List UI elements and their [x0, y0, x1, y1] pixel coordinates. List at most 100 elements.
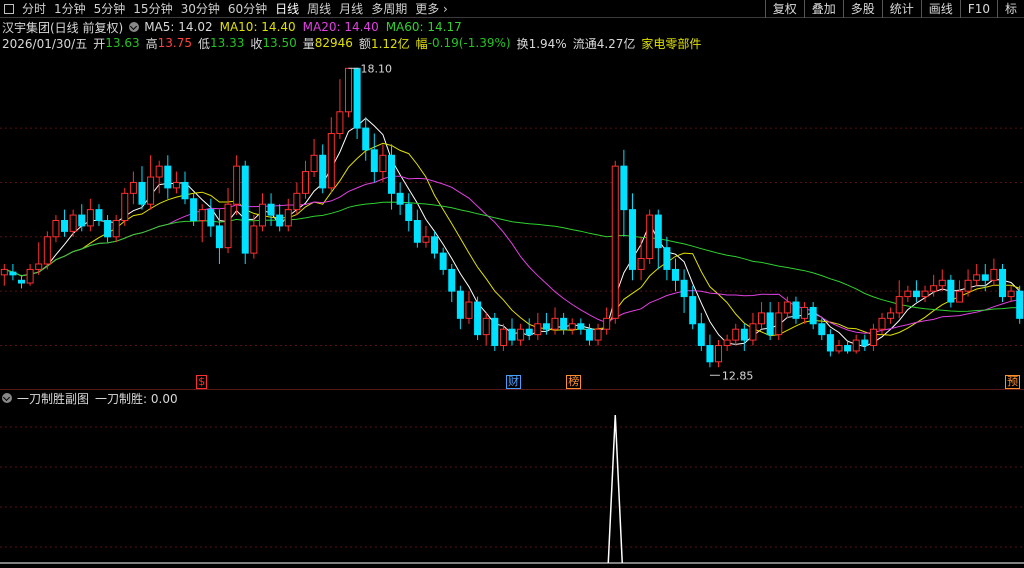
sub-indicator-value: 一刀制胜: 0.00: [95, 391, 178, 406]
candle-body: [1016, 290, 1024, 319]
high-price-label: 18.10: [361, 62, 393, 75]
ma-settings-icon[interactable]: [129, 22, 140, 32]
sub-indicator-chart[interactable]: [0, 405, 1024, 568]
candle-body: [654, 214, 662, 249]
candle: [439, 247, 447, 275]
candle-body: [818, 323, 826, 336]
period-tab[interactable]: 月线: [335, 0, 367, 18]
candle: [964, 269, 972, 297]
candle: [491, 312, 499, 351]
candle: [680, 269, 688, 313]
change-label: 幅: [415, 36, 428, 51]
candle-body: [551, 317, 559, 330]
candle-body: [370, 149, 378, 173]
sector-name[interactable]: 家电零部件: [641, 35, 701, 52]
candle-body: [379, 154, 387, 173]
candle: [594, 323, 602, 346]
candle: [250, 215, 258, 259]
toolbar-button[interactable]: 统计: [881, 0, 921, 18]
toolbar-button[interactable]: 复权: [764, 0, 804, 18]
candle: [809, 302, 817, 330]
low-value: 13.33: [209, 36, 245, 50]
candle-body: [164, 165, 172, 189]
candle: [637, 236, 645, 281]
candle-body: [129, 181, 137, 194]
candle: [792, 296, 800, 324]
toolbar-button[interactable]: 画线: [920, 0, 960, 18]
period-tab[interactable]: 60分钟: [224, 0, 271, 18]
candlestick-chart[interactable]: 18.10 12.85: [0, 52, 1024, 389]
candle-body: [663, 247, 671, 270]
event-marker[interactable]: 财: [506, 375, 521, 389]
candle: [284, 198, 292, 232]
sub-chart-menu-icon[interactable]: [2, 393, 12, 403]
close-label: 收: [250, 36, 263, 51]
period-tab[interactable]: 1分钟: [50, 0, 90, 18]
candle: [319, 144, 327, 194]
candle-body: [955, 290, 963, 303]
ma-legend-item: MA20: 14.40: [302, 20, 379, 34]
period-tab[interactable]: 分时: [18, 0, 50, 18]
candle-body: [482, 317, 490, 336]
toolbar-button[interactable]: 多股: [842, 0, 882, 18]
period-tab[interactable]: 5分钟: [90, 0, 130, 18]
period-tab[interactable]: 30分钟: [177, 0, 224, 18]
candle-body: [749, 323, 757, 341]
candle-body: [353, 67, 361, 129]
period-tab[interactable]: 更多 ›: [411, 0, 452, 18]
candle: [431, 231, 439, 259]
event-marker[interactable]: 榜: [566, 375, 582, 389]
candle: [697, 312, 705, 351]
candle: [577, 318, 585, 335]
window-icon[interactable]: [4, 3, 14, 14]
low-label: 低: [197, 36, 210, 51]
candle-body: [267, 203, 275, 216]
candle: [955, 280, 963, 303]
toolbar-button[interactable]: 叠加: [803, 0, 843, 18]
candle-body: [715, 345, 723, 363]
candle: [52, 215, 60, 243]
period-tab[interactable]: 周线: [303, 0, 335, 18]
candle-body: [18, 279, 26, 284]
period-tab[interactable]: 日线: [271, 0, 303, 18]
candle: [758, 302, 766, 330]
candle: [869, 323, 877, 351]
candle: [422, 225, 430, 248]
candle-body: [396, 192, 404, 205]
candle: [293, 182, 301, 216]
quote-info-row: 2026/01/30/五 开 13.63 高 13.75 低 13.33 收 13.50…: [2, 35, 701, 51]
volume-value: 82946: [314, 36, 353, 50]
candle: [517, 323, 525, 346]
toolbar-button[interactable]: F10: [959, 0, 997, 18]
event-marker[interactable]: $: [196, 375, 208, 389]
candle-body: [207, 209, 215, 227]
turnover-value: 换1.94%: [516, 36, 567, 51]
change-value: -0.19(-1.39%): [427, 36, 511, 50]
candle-body: [921, 290, 929, 298]
candle: [715, 340, 723, 368]
candle-body: [637, 258, 645, 270]
event-marker[interactable]: 预: [1005, 375, 1021, 389]
candle-body: [861, 339, 869, 347]
candle-body: [112, 220, 120, 238]
period-tab[interactable]: 多周期: [367, 0, 411, 18]
candle-body: [912, 290, 920, 298]
candle: [327, 117, 335, 194]
candle-body: [43, 236, 51, 265]
candle-body: [646, 214, 654, 260]
ma-legend-item: MA10: 14.40: [219, 20, 296, 34]
candle-body: [542, 323, 550, 330]
candle-body: [405, 203, 413, 221]
float-cap-value: 流通4.27亿: [572, 36, 636, 51]
candle-body: [740, 328, 748, 341]
candle-body: [9, 271, 17, 276]
candle-body: [577, 323, 585, 330]
candle-body: [310, 154, 318, 173]
candle-body: [508, 328, 516, 341]
toolbar-button[interactable]: 标: [996, 0, 1024, 18]
candle-body: [344, 67, 353, 113]
candle: [706, 334, 714, 368]
candle-body: [809, 306, 817, 325]
period-tab[interactable]: 15分钟: [129, 0, 176, 18]
candle-body: [869, 328, 877, 347]
